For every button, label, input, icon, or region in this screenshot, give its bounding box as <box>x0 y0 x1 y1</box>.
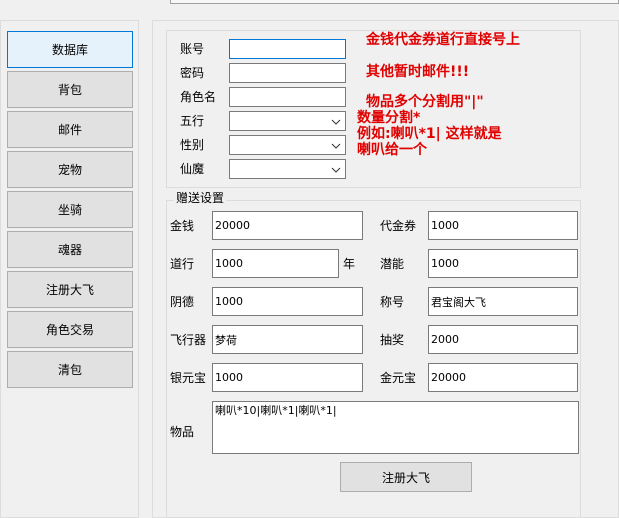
account-label: 账号 <box>180 42 205 56</box>
gender-select[interactable] <box>229 135 346 155</box>
sidebar-item-label: 清包 <box>57 363 82 377</box>
flyer-label: 飞行器 <box>170 333 207 347</box>
items-label: 物品 <box>170 425 195 439</box>
role-name-input[interactable] <box>229 87 346 107</box>
sidebar-item-label: 数据库 <box>51 43 88 57</box>
sidebar-item-label: 注册大飞 <box>45 283 94 297</box>
sidebar-item-role-trade[interactable]: 角色交易 <box>7 311 133 348</box>
note-mail-others: 其他暂时邮件!!! <box>366 64 470 80</box>
yinde-input[interactable] <box>212 287 363 316</box>
lottery-input[interactable] <box>428 325 578 354</box>
sidebar-item-soul-artifact[interactable]: 魂器 <box>7 231 133 268</box>
voucher-input[interactable] <box>428 211 578 240</box>
sidebar-item-mail[interactable]: 邮件 <box>7 111 133 148</box>
note-example-result: 喇叭给一个 <box>357 142 427 158</box>
top-panel-edge <box>170 0 619 4</box>
yinde-label: 阴德 <box>170 295 195 309</box>
money-input[interactable] <box>212 211 363 240</box>
password-label: 密码 <box>180 66 205 80</box>
potential-input[interactable] <box>428 249 578 278</box>
sidebar-item-pet[interactable]: 宠物 <box>7 151 133 188</box>
sidebar-item-label: 角色交易 <box>45 323 94 337</box>
daoxing-label: 道行 <box>170 257 195 271</box>
note-example: 例如:喇叭*1| 这样就是 <box>357 126 502 142</box>
register-dafei-button[interactable]: 注册大飞 <box>340 462 472 492</box>
title-label: 称号 <box>380 295 405 309</box>
chevron-down-icon <box>331 162 341 176</box>
note-item-separator: 物品多个分割用"|" <box>366 94 484 110</box>
money-label: 金钱 <box>170 219 195 233</box>
daoxing-unit: 年 <box>343 257 356 271</box>
role-name-label: 角色名 <box>180 90 217 104</box>
sidebar-item-backpack[interactable]: 背包 <box>7 71 133 108</box>
gender-label: 性别 <box>180 138 205 152</box>
account-input[interactable] <box>229 39 346 59</box>
gold-ingot-label: 金元宝 <box>380 371 417 385</box>
silver-ingot-input[interactable] <box>212 363 363 392</box>
faction-select[interactable] <box>229 159 346 179</box>
note-direct-grant: 金钱代金券道行直接号上 <box>366 32 520 48</box>
voucher-label: 代金券 <box>380 219 417 233</box>
note-example-block: 数量分割* 例如:喇叭*1| 这样就是 喇叭给一个 <box>357 110 587 158</box>
sidebar-item-label: 邮件 <box>57 123 82 137</box>
items-textarea[interactable]: 喇叭*10|喇叭*1|喇叭*1| <box>212 401 579 454</box>
sidebar-item-label: 背包 <box>57 83 82 97</box>
note-quantity-separator: 数量分割* <box>357 110 421 126</box>
title-input[interactable] <box>428 287 578 316</box>
sidebar-item-label: 魂器 <box>57 243 82 257</box>
gold-ingot-input[interactable] <box>428 363 578 392</box>
faction-label: 仙魔 <box>180 162 205 176</box>
sidebar-item-mount[interactable]: 坐骑 <box>7 191 133 228</box>
gift-settings-title: 赠送设置 <box>174 191 227 205</box>
element-label: 五行 <box>180 114 205 128</box>
daoxing-input[interactable] <box>212 249 339 278</box>
element-select[interactable] <box>229 111 346 131</box>
register-dafei-button-label: 注册大飞 <box>381 470 430 485</box>
sidebar-item-label: 坐骑 <box>57 203 82 217</box>
password-input[interactable] <box>229 63 346 83</box>
sidebar-item-label: 宠物 <box>57 163 82 177</box>
lottery-label: 抽奖 <box>380 333 405 347</box>
sidebar-item-database[interactable]: 数据库 <box>7 31 133 68</box>
sidebar-item-clear-bag[interactable]: 清包 <box>7 351 133 388</box>
chevron-down-icon <box>331 138 341 152</box>
sidebar-item-register-dafei[interactable]: 注册大飞 <box>7 271 133 308</box>
flyer-input[interactable] <box>212 325 363 354</box>
chevron-down-icon <box>331 114 341 128</box>
silver-ingot-label: 银元宝 <box>170 371 207 385</box>
potential-label: 潜能 <box>380 257 405 271</box>
